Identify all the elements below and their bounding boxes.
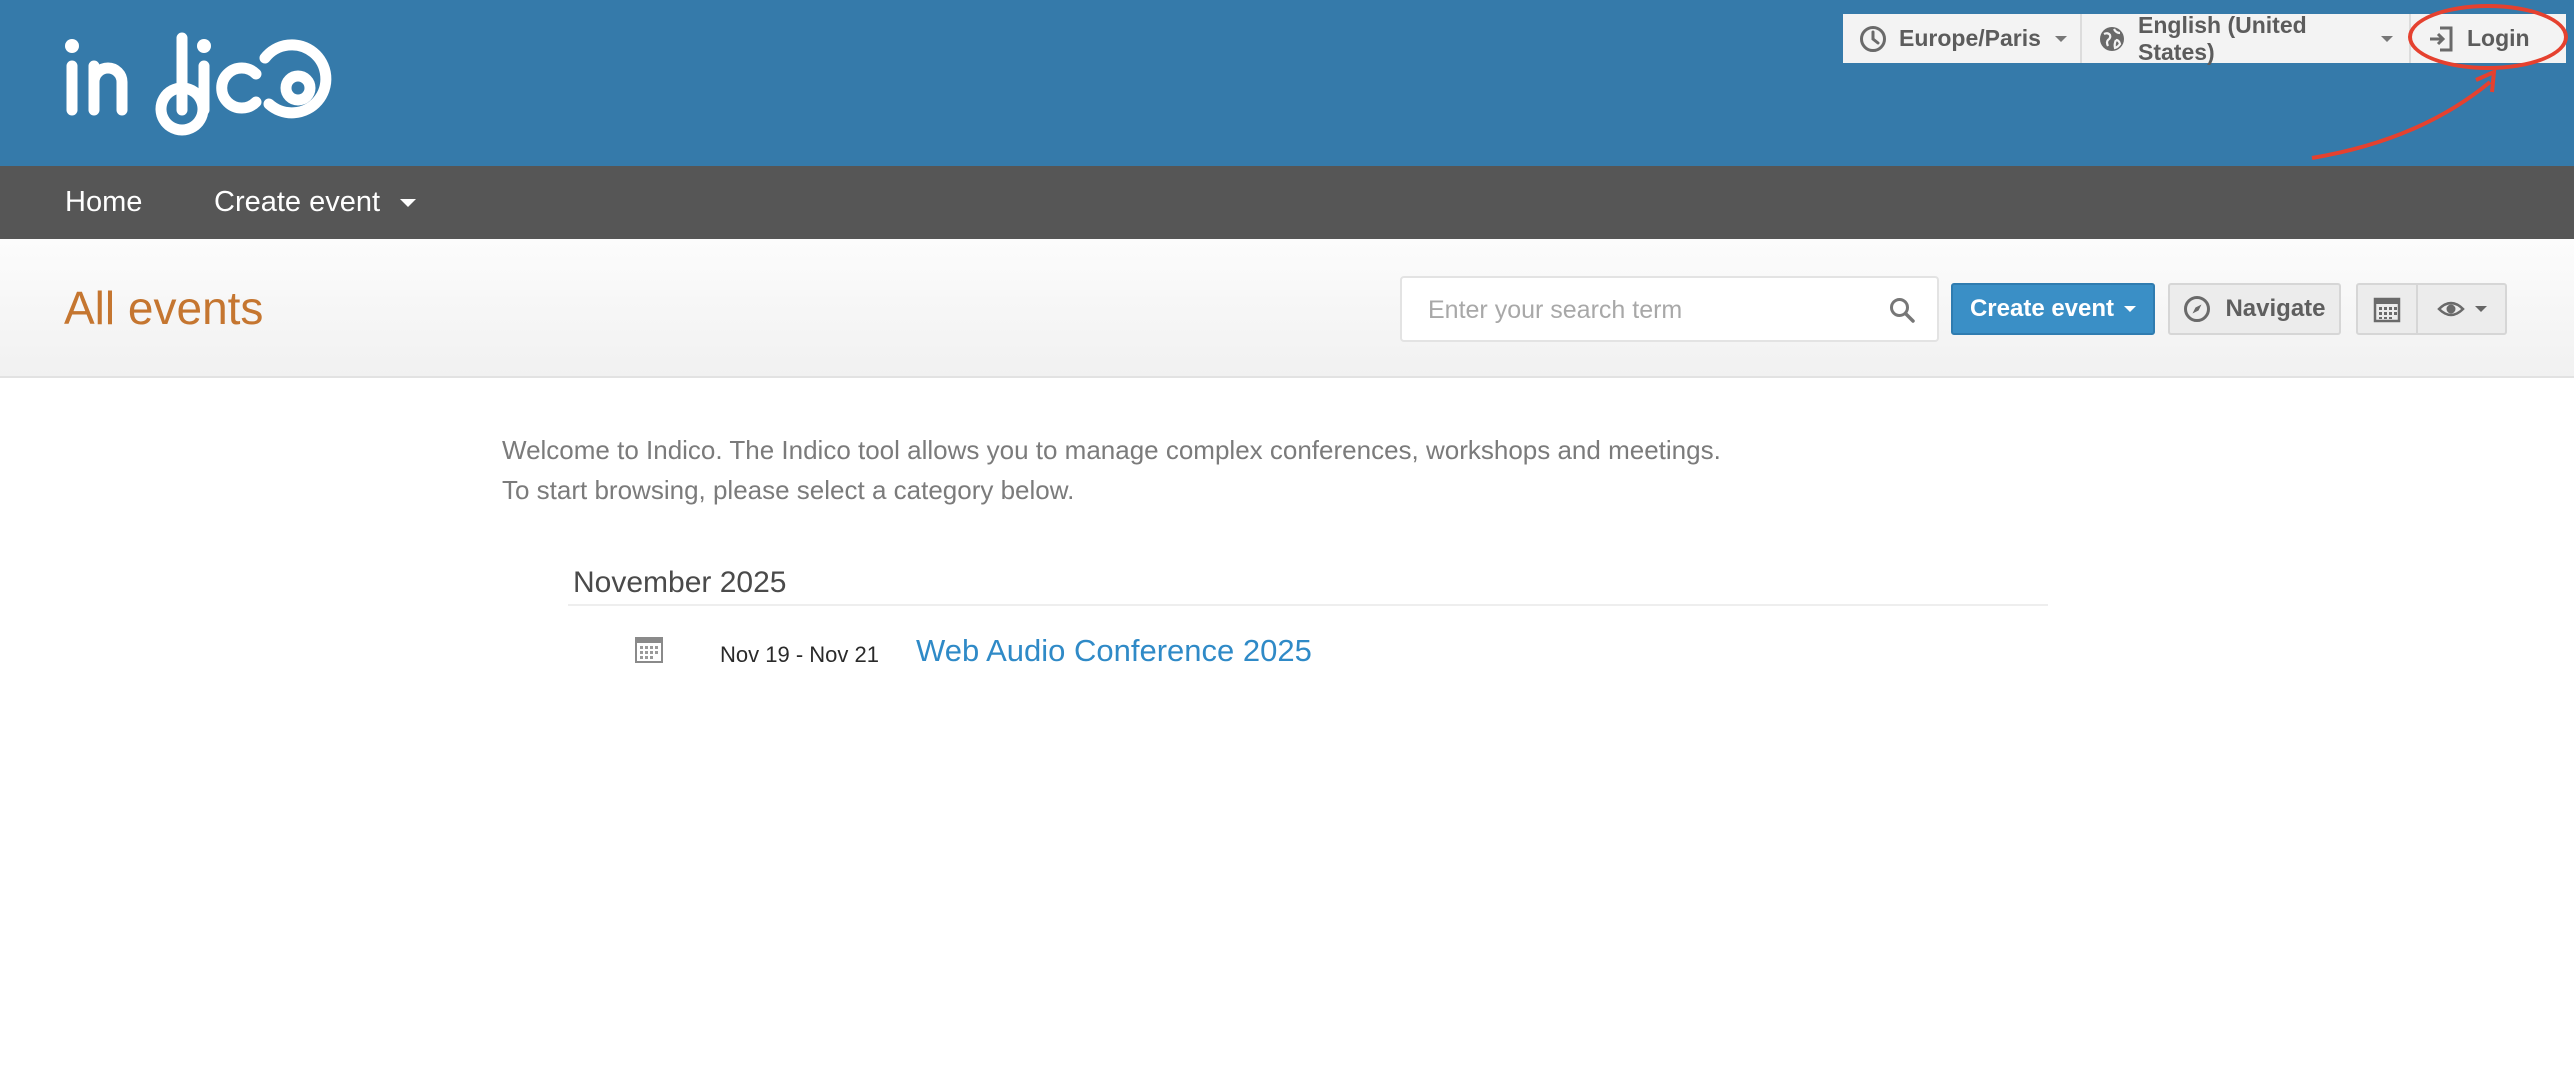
search-icon[interactable] bbox=[1889, 297, 1915, 323]
welcome-text: Welcome to Indico. The Indico tool allow… bbox=[502, 430, 1721, 510]
annotation-arrow bbox=[2311, 68, 2497, 160]
create-event-button-label: Create event bbox=[1969, 295, 2115, 322]
language-label: English (United States) bbox=[2138, 11, 2307, 65]
nav-home[interactable]: Home bbox=[65, 166, 142, 239]
clock-icon bbox=[1860, 25, 1886, 52]
chevron-down-icon bbox=[400, 198, 417, 207]
event-dates: Nov 19 - Nov 21 bbox=[720, 642, 879, 667]
chevron-down-icon bbox=[2381, 35, 2393, 42]
chevron-down-icon bbox=[2054, 35, 2067, 42]
timezone-selector[interactable]: Europe/Paris bbox=[1843, 14, 2082, 63]
calendar-view-button[interactable] bbox=[2356, 283, 2418, 335]
chevron-down-icon bbox=[2124, 306, 2137, 312]
main-nav: Home Create event bbox=[0, 166, 2574, 239]
event-title-link[interactable]: Web Audio Conference 2025 bbox=[916, 633, 1312, 669]
month-heading: November 2025 bbox=[573, 566, 787, 599]
timezone-label: Europe/Paris bbox=[1899, 25, 2041, 51]
create-event-button[interactable]: Create event bbox=[1951, 283, 2155, 335]
welcome-line-1: Welcome to Indico. The Indico tool allow… bbox=[502, 435, 1721, 465]
event-list-item: Nov 19 - Nov 21 Web Audio Conference 202… bbox=[634, 630, 2034, 674]
indico-logo[interactable] bbox=[64, 26, 344, 147]
visibility-button[interactable] bbox=[2416, 283, 2507, 335]
search-input[interactable] bbox=[1426, 278, 1870, 342]
calendar-icon bbox=[2373, 297, 2401, 323]
search-box bbox=[1400, 276, 1939, 342]
navigate-button[interactable]: Navigate bbox=[2168, 283, 2341, 335]
chevron-down-icon bbox=[2474, 306, 2487, 312]
calendar-icon bbox=[635, 637, 663, 663]
eye-icon bbox=[2436, 301, 2465, 317]
nav-create-event-label: Create event bbox=[214, 186, 381, 218]
compass-icon bbox=[2184, 296, 2211, 322]
navigate-button-label: Navigate bbox=[2225, 295, 2326, 322]
globe-icon bbox=[2100, 26, 2124, 51]
page-title: All events bbox=[64, 282, 264, 334]
language-selector[interactable]: English (United States) bbox=[2082, 11, 2411, 65]
nav-create-event[interactable]: Create event bbox=[214, 166, 417, 239]
nav-home-label: Home bbox=[65, 186, 143, 218]
page-header: All events Create event Navigate bbox=[0, 239, 2574, 378]
divider bbox=[568, 604, 2048, 606]
header: Europe/Paris English (United States) Log… bbox=[0, 0, 2574, 166]
welcome-line-2: To start browsing, please select a categ… bbox=[502, 475, 1075, 505]
